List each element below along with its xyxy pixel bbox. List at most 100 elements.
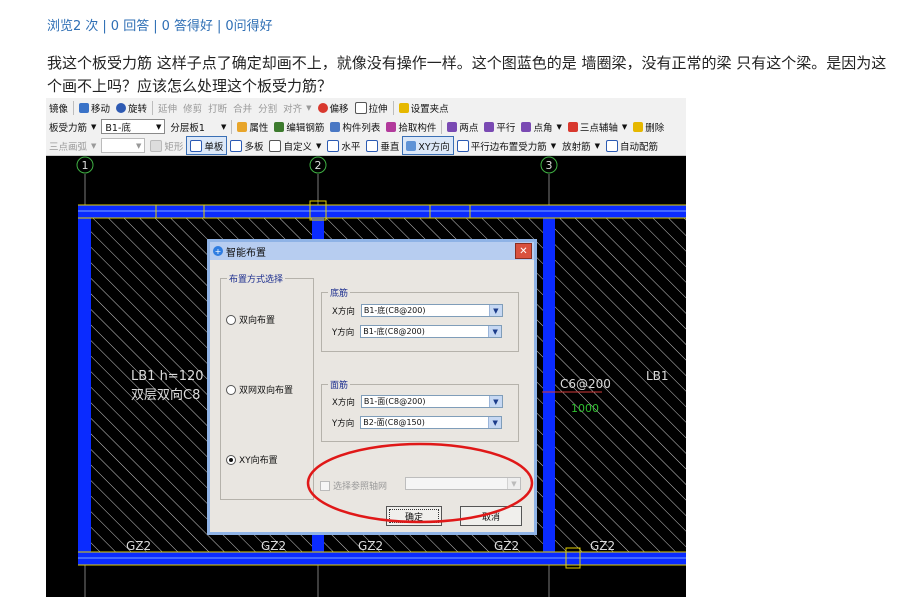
- views-link[interactable]: 浏览2 次: [47, 19, 98, 34]
- dialog-titlebar[interactable]: + 智能布置: [210, 242, 534, 260]
- layer-select[interactable]: 分层板1 ▼: [167, 118, 229, 135]
- set-grip-button[interactable]: 设置夹点: [396, 99, 452, 116]
- delete-icon: [633, 121, 644, 132]
- bottom-x-select[interactable]: B1-底(C8@200) ▼: [360, 304, 503, 317]
- pick-component-button[interactable]: 拾取构件: [383, 118, 439, 135]
- grip-icon: [398, 102, 409, 113]
- mirror-button[interactable]: 镜像: [46, 99, 71, 116]
- offset-button[interactable]: 偏移: [315, 99, 352, 116]
- horizontal-button[interactable]: 水平: [324, 137, 363, 154]
- chevron-down-icon: ▼: [550, 141, 557, 150]
- custom-button[interactable]: 自定义 ▼: [266, 137, 324, 154]
- double-layer-radio[interactable]: 双网双向布置: [226, 383, 293, 396]
- ring-beam-left[interactable]: [78, 205, 91, 565]
- axis-icon: [567, 121, 578, 132]
- attribute-button[interactable]: 属性: [234, 118, 271, 135]
- top-x-value: B1-面(C8@200): [363, 397, 426, 406]
- column-label: GZ2: [261, 539, 286, 553]
- top-y-select[interactable]: B2-面(C8@150) ▼: [360, 416, 503, 429]
- xy-layout-radio[interactable]: XY向布置: [226, 453, 278, 466]
- chevron-down-icon: ▼: [488, 326, 502, 337]
- asked-good-link[interactable]: 0问得好: [225, 19, 272, 34]
- rebar-value: B1-底: [105, 122, 131, 134]
- good-answers-link[interactable]: 0 答得好: [162, 19, 213, 34]
- align-button[interactable]: 对齐 ▼: [280, 99, 314, 116]
- parallel-edge-button[interactable]: 平行边布置受力筋 ▼: [454, 137, 559, 154]
- top-rebar-group: 面筋: [321, 378, 519, 442]
- radio-circle: [226, 384, 236, 395]
- rebar-select[interactable]: B1-底 ▼: [101, 119, 166, 134]
- break-button[interactable]: 打断: [205, 99, 230, 116]
- bidirectional-radio[interactable]: 双向布置: [226, 313, 275, 326]
- rectangle-label: 矩形: [164, 141, 184, 153]
- radio-circle-selected: [226, 454, 236, 465]
- axis-label: 2: [315, 159, 322, 172]
- stats-separator: |: [102, 19, 107, 34]
- toolbar-separator: [441, 119, 443, 134]
- split-label: 分割: [258, 103, 278, 115]
- component-list-button[interactable]: 构件列表: [327, 118, 383, 135]
- stretch-icon: [354, 101, 367, 114]
- delete-button[interactable]: 删除: [630, 118, 667, 135]
- edit-rebar-button[interactable]: 编辑钢筋: [271, 118, 327, 135]
- ring-beam-right[interactable]: [543, 205, 555, 565]
- close-icon[interactable]: ✕: [515, 243, 532, 259]
- slab-label: LB1: [646, 369, 669, 383]
- chevron-down-icon: ▼: [594, 141, 601, 150]
- answers-link[interactable]: 0 回答: [111, 19, 149, 34]
- axis-label: 1: [82, 159, 89, 172]
- bottom-x-label: X方向: [332, 306, 355, 317]
- multi-slab-button[interactable]: 多板: [227, 137, 266, 154]
- trim-button[interactable]: 修剪: [180, 99, 205, 116]
- toolbar-separator: [152, 100, 154, 115]
- two-points-label: 两点: [459, 122, 479, 134]
- three-point-axis-label: 三点辅轴: [579, 122, 618, 134]
- move-icon: [79, 102, 90, 113]
- two-points-button[interactable]: 两点: [444, 118, 481, 135]
- component-toolbar: 板受力筋 ▼ B1-底 ▼ 分层板1 ▼ 属性 编辑钢筋 构件列表 拾取构件 两点 平…: [46, 117, 686, 137]
- rotate-button[interactable]: 旋转: [113, 99, 150, 116]
- top-x-row: X方向 B1-面(C8@200) ▼: [332, 395, 503, 408]
- extend-button[interactable]: 延伸: [155, 99, 180, 116]
- parallel-icon: [484, 121, 495, 132]
- double-layer-label: 双网双向布置: [239, 386, 294, 396]
- arc-option-select[interactable]: ▼: [101, 138, 146, 153]
- xy-direction-button[interactable]: XY方向: [402, 136, 454, 155]
- vertical-button[interactable]: 垂直: [363, 137, 402, 154]
- move-button[interactable]: 移动: [76, 99, 113, 116]
- bottom-y-select[interactable]: B1-底(C8@200) ▼: [360, 325, 503, 338]
- chevron-down-icon: ▼: [306, 103, 312, 112]
- attribute-icon: [237, 121, 248, 132]
- align-label: 对齐: [283, 103, 303, 115]
- stats-separator: |: [153, 19, 158, 34]
- auto-rebar-button[interactable]: 自动配筋: [603, 137, 661, 154]
- annotation-ellipse: [306, 442, 534, 524]
- point-angle-button[interactable]: 点角 ▼: [518, 118, 564, 135]
- three-point-arc-button[interactable]: 三点画弧 ▼: [46, 137, 99, 154]
- parallel-button[interactable]: 平行: [481, 118, 518, 135]
- question-text: 我这个板受力筋 这样子点了确定却画不上，就像没有操作一样。这个图蓝色的是 墙圈梁…: [47, 54, 887, 95]
- stretch-button[interactable]: 拉伸: [352, 99, 391, 116]
- split-button[interactable]: 分割: [255, 99, 280, 116]
- single-slab-button[interactable]: 单板: [186, 136, 228, 155]
- dialog-title: 智能布置: [226, 247, 266, 259]
- slab-icon: [230, 139, 243, 152]
- top-x-select[interactable]: B1-面(C8@200) ▼: [360, 395, 503, 408]
- chevron-down-icon: ▼: [621, 122, 628, 131]
- parallel-edge-label: 平行边布置受力筋: [470, 141, 547, 153]
- chevron-down-icon: ▼: [136, 141, 142, 150]
- rectangle-icon: [150, 139, 163, 152]
- category-value: 板受力筋: [49, 122, 88, 134]
- merge-button[interactable]: 合并: [230, 99, 255, 116]
- three-point-axis-button[interactable]: 三点辅轴 ▼: [565, 118, 630, 135]
- edit-rebar-label: 编辑钢筋: [286, 122, 325, 134]
- chevron-down-icon: ▼: [556, 122, 562, 131]
- category-select[interactable]: 板受力筋 ▼: [46, 118, 99, 135]
- radial-button[interactable]: 放射筋 ▼: [559, 137, 603, 154]
- chevron-down-icon: ▼: [488, 305, 502, 316]
- chevron-down-icon: ▼: [91, 141, 97, 150]
- toolbar-separator: [231, 119, 233, 134]
- chevron-down-icon: ▼: [220, 122, 227, 131]
- rectangle-button[interactable]: 矩形: [147, 137, 186, 154]
- rotate-icon: [116, 102, 127, 113]
